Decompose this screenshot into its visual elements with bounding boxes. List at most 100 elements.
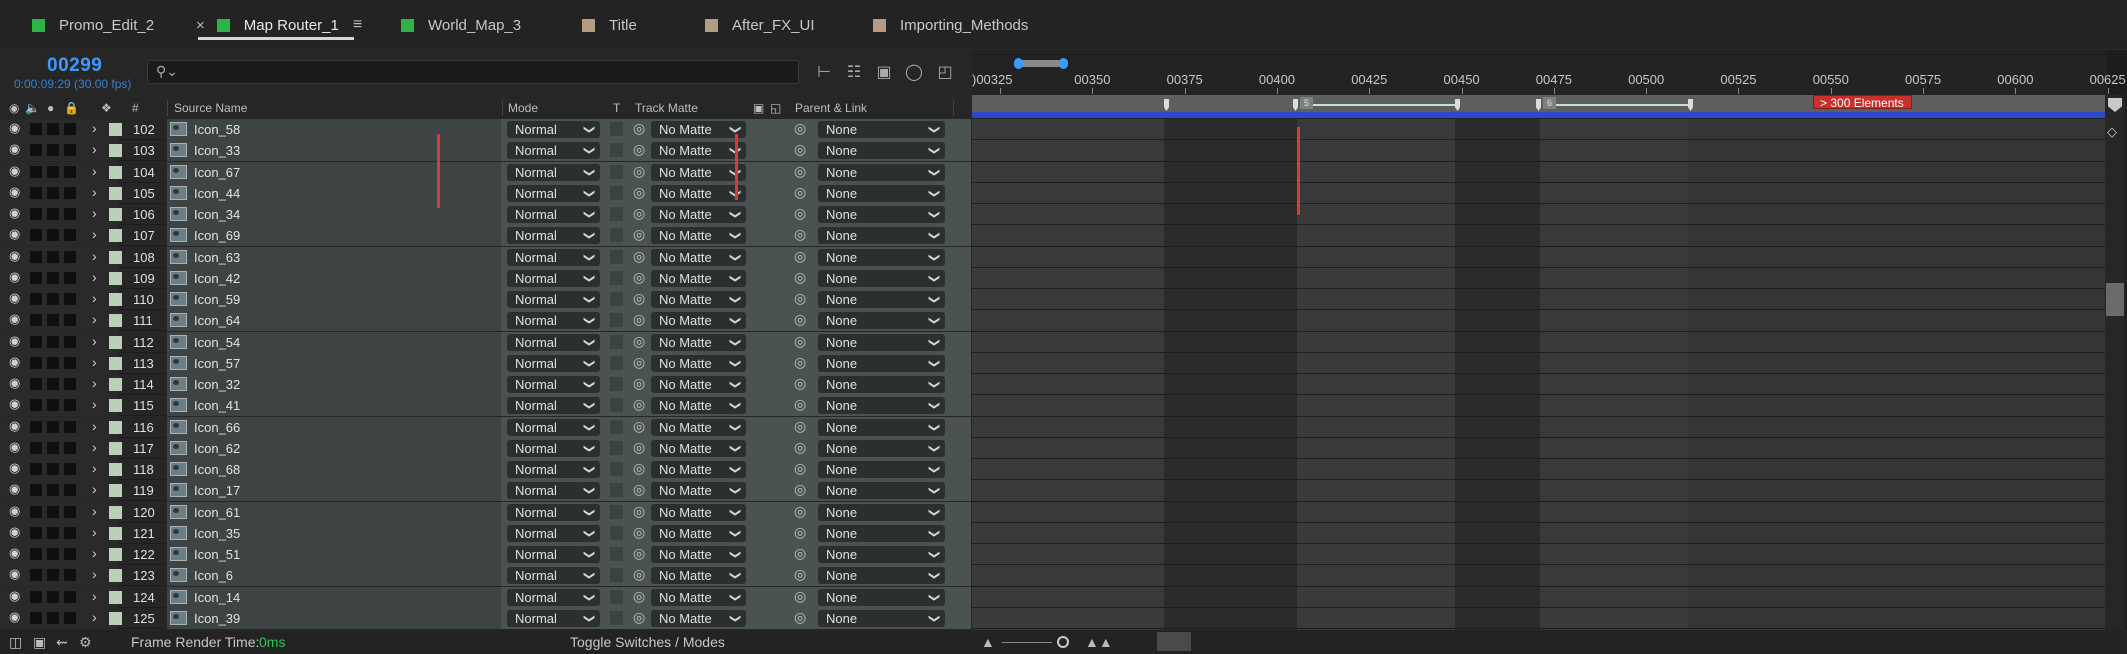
- lock-toggle[interactable]: [64, 420, 76, 433]
- scrollbar-thumb[interactable]: [2106, 283, 2124, 316]
- parent-dropdown[interactable]: None ❮: [818, 333, 945, 351]
- pick-whip-icon[interactable]: ◎: [633, 141, 645, 158]
- audio-toggle[interactable]: [30, 463, 42, 475]
- track-matte-dropdown[interactable]: No Matte❮: [651, 524, 746, 542]
- label-color-swatch[interactable]: [109, 335, 122, 349]
- toggle-switches-modes-button[interactable]: Toggle Switches / Modes: [570, 634, 725, 650]
- visibility-eye-icon[interactable]: ◉: [9, 269, 20, 285]
- audio-toggle[interactable]: [30, 250, 42, 263]
- solo-toggle[interactable]: [47, 335, 59, 348]
- lock-toggle[interactable]: [64, 590, 76, 603]
- audio-toggle[interactable]: [30, 229, 42, 242]
- track-matte-dropdown[interactable]: No Matte❮: [651, 376, 746, 393]
- shy-layers-icon[interactable]: ▣: [873, 62, 895, 84]
- audio-toggle[interactable]: [30, 123, 42, 135]
- lock-toggle[interactable]: [64, 441, 76, 454]
- visibility-eye-icon[interactable]: ◉: [9, 524, 20, 540]
- blend-mode-dropdown[interactable]: Normal ❮: [507, 227, 600, 245]
- audio-toggle[interactable]: [30, 356, 42, 369]
- audio-toggle[interactable]: [30, 548, 42, 560]
- blend-mode-dropdown[interactable]: Normal ❮: [507, 184, 600, 202]
- blend-mode-dropdown[interactable]: Normal ❮: [507, 418, 600, 436]
- chevron-right-icon[interactable]: ›: [92, 269, 97, 285]
- chevron-right-icon[interactable]: ›: [92, 163, 97, 179]
- layer-duration-band[interactable]: [1297, 119, 1455, 630]
- marker-tag[interactable]: 5: [1300, 97, 1314, 109]
- visibility-eye-icon[interactable]: ◉: [9, 545, 20, 561]
- layer-source-name[interactable]: Icon_51: [194, 547, 240, 562]
- label-color-swatch[interactable]: [109, 441, 122, 455]
- column-mode[interactable]: Mode: [508, 101, 538, 115]
- blend-mode-dropdown[interactable]: Normal ❮: [507, 291, 600, 308]
- track-matte-dropdown[interactable]: No Matte❮: [651, 354, 746, 372]
- preserve-transparency-toggle[interactable]: [610, 249, 623, 264]
- visibility-eye-icon[interactable]: ◉: [9, 588, 20, 604]
- preserve-transparency-toggle[interactable]: [610, 270, 623, 285]
- blend-mode-dropdown[interactable]: Normal ❮: [507, 312, 600, 330]
- solo-toggle[interactable]: [47, 484, 59, 497]
- column-divider[interactable]: [502, 100, 503, 116]
- lock-toggle[interactable]: [64, 144, 76, 157]
- parent-dropdown[interactable]: None ❮: [818, 269, 945, 287]
- layer-row[interactable]: ◉ › 124 Icon_14 Normal ❮ ◎ No Matte ❮ ◎ None ❮: [0, 586, 972, 608]
- solo-toggle[interactable]: [47, 399, 59, 412]
- zoom-out-mountain-icon[interactable]: ▲: [981, 634, 995, 650]
- layer-source-name[interactable]: Icon_14: [194, 590, 240, 605]
- layer-row[interactable]: ◉ › 106 Icon_34 Normal ❮ ◎ No Matte ❮ ◎ None ❮: [0, 204, 972, 225]
- parent-dropdown[interactable]: None ❮: [818, 609, 945, 627]
- lock-toggle[interactable]: [64, 229, 76, 242]
- composition-flowchart-icon[interactable]: ⊢: [813, 62, 835, 84]
- preserve-transparency-toggle[interactable]: [610, 589, 623, 604]
- pick-whip-icon[interactable]: ◎: [633, 418, 645, 435]
- layer-source-name[interactable]: Icon_64: [194, 313, 240, 328]
- tab-after-fx-ui[interactable]: After_FX_UI: [705, 0, 815, 50]
- parent-dropdown[interactable]: None ❮: [818, 439, 945, 457]
- lock-toggle[interactable]: [64, 335, 76, 348]
- visibility-eye-icon[interactable]: ◉: [9, 226, 20, 242]
- audio-toggle[interactable]: [30, 420, 42, 433]
- render-time-icon[interactable]: ⚙: [79, 634, 92, 651]
- track-matte-dropdown[interactable]: No Matte❮: [651, 121, 746, 138]
- chevron-right-icon[interactable]: ›: [92, 333, 97, 349]
- visibility-eye-icon[interactable]: ◉: [9, 141, 20, 157]
- column-divider[interactable]: [953, 100, 954, 116]
- preserve-transparency-toggle[interactable]: [610, 483, 623, 498]
- label-color-swatch[interactable]: [109, 484, 122, 498]
- pick-whip-icon[interactable]: ◎: [633, 396, 645, 413]
- visibility-eye-icon[interactable]: ◉: [9, 163, 20, 179]
- preserve-transparency-toggle[interactable]: [610, 292, 623, 306]
- search-input[interactable]: ⚲⌄: [147, 60, 799, 84]
- blend-mode-dropdown[interactable]: Normal ❮: [507, 588, 600, 606]
- blend-mode-dropdown[interactable]: Normal ❮: [507, 503, 600, 521]
- visibility-eye-icon[interactable]: ◉: [9, 439, 20, 455]
- lock-toggle[interactable]: [64, 378, 76, 390]
- marker-label-red[interactable]: > 300 Elements: [1813, 95, 1912, 110]
- column-parent-link[interactable]: Parent & Link: [795, 101, 867, 115]
- close-icon[interactable]: ×: [196, 17, 205, 34]
- blend-mode-dropdown[interactable]: Normal ❮: [507, 397, 600, 415]
- audio-toggle[interactable]: [30, 590, 42, 603]
- track-matte-dropdown[interactable]: No Matte❮: [651, 184, 746, 202]
- preserve-transparency-toggle[interactable]: [610, 419, 623, 434]
- lock-toggle[interactable]: [64, 165, 76, 178]
- parent-pick-whip-icon[interactable]: ◎: [794, 588, 806, 605]
- layer-source-name[interactable]: Icon_61: [194, 505, 240, 520]
- layer-duration-band[interactable]: [972, 119, 1164, 630]
- chevron-right-icon[interactable]: ›: [92, 588, 97, 604]
- label-color-swatch[interactable]: [109, 548, 122, 561]
- blend-mode-dropdown[interactable]: Normal ❮: [507, 609, 600, 627]
- parent-pick-whip-icon[interactable]: ◎: [794, 354, 806, 371]
- pick-whip-icon[interactable]: ◎: [633, 205, 645, 222]
- label-color-swatch[interactable]: [109, 250, 122, 264]
- chevron-right-icon[interactable]: ›: [92, 184, 97, 200]
- solo-toggle[interactable]: [47, 165, 59, 178]
- layer-source-name[interactable]: Icon_6: [194, 568, 233, 583]
- audio-speaker-icon[interactable]: 🔈: [25, 101, 40, 115]
- layer-row[interactable]: ◉ › 120 Icon_61 Normal ❮ ◎ No Matte ❮ ◎ None ❮: [0, 501, 972, 523]
- transfer-controls-icon[interactable]: ▣: [33, 634, 46, 651]
- solo-toggle[interactable]: [47, 420, 59, 433]
- preserve-transparency-toggle[interactable]: [610, 207, 623, 221]
- layer-row[interactable]: ◉ › 119 Icon_17 Normal ❮ ◎ No Matte ❮ ◎ None ❮: [0, 480, 972, 502]
- preserve-transparency-toggle[interactable]: [610, 143, 623, 158]
- visibility-eye-icon[interactable]: ◉: [9, 184, 20, 200]
